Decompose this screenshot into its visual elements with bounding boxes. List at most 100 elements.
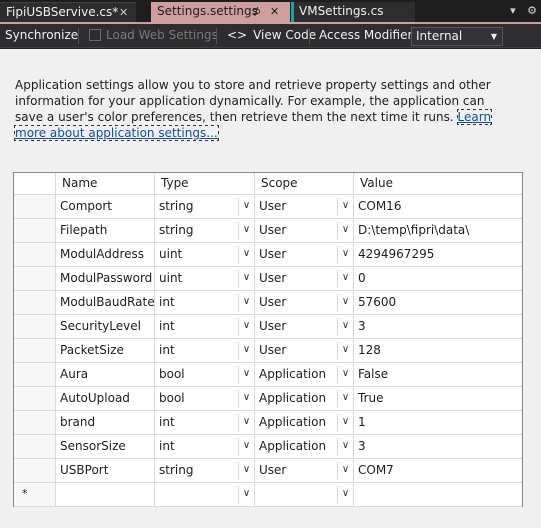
type-combo[interactable]: int ∨ [155, 411, 255, 435]
row-selector[interactable] [14, 195, 56, 219]
chevron-down-icon[interactable]: ∨ [337, 341, 353, 360]
row-selector[interactable] [14, 363, 56, 387]
scope-combo[interactable]: User ∨ [255, 315, 354, 339]
type-combo[interactable]: uint ∨ [155, 243, 255, 267]
tab-list-dropdown-icon[interactable]: ▾ [510, 4, 516, 17]
chevron-down-icon[interactable]: ∨ [238, 221, 254, 240]
chevron-down-icon[interactable]: ∨ [238, 413, 254, 432]
row-selector[interactable] [14, 243, 56, 267]
chevron-down-icon[interactable]: ∨ [337, 437, 353, 456]
tab-vmsettings[interactable]: VMSettings.cs [291, 2, 415, 22]
scope-combo[interactable]: User ∨ [255, 219, 354, 243]
row-selector[interactable] [14, 315, 56, 339]
chevron-down-icon[interactable]: ∨ [337, 365, 353, 384]
value-cell[interactable]: 128 [354, 339, 522, 363]
chevron-down-icon[interactable]: ∨ [238, 269, 254, 288]
synchronize-button[interactable]: Synchronize [5, 28, 78, 42]
chevron-down-icon[interactable]: ∨ [238, 461, 254, 480]
type-combo[interactable]: bool ∨ [155, 363, 255, 387]
scope-combo[interactable]: User ∨ [255, 459, 354, 483]
value-cell[interactable]: 1 [354, 411, 522, 435]
column-header-type[interactable]: Type [155, 173, 255, 195]
chevron-down-icon[interactable]: ∨ [337, 461, 353, 480]
value-cell[interactable]: 57600 [354, 291, 522, 315]
row-selector[interactable] [14, 459, 56, 483]
scope-combo[interactable]: Application ∨ [255, 387, 354, 411]
name-cell[interactable]: USBPort [56, 459, 155, 483]
column-header-scope[interactable]: Scope [255, 173, 354, 195]
scope-combo[interactable]: User ∨ [255, 291, 354, 315]
chevron-down-icon[interactable]: ∨ [238, 293, 254, 312]
name-cell[interactable]: Aura [56, 363, 155, 387]
chevron-down-icon[interactable]: ∨ [238, 245, 254, 264]
type-combo[interactable]: int ∨ [155, 315, 255, 339]
chevron-down-icon[interactable]: ∨ [337, 317, 353, 336]
name-cell[interactable]: Filepath [56, 219, 155, 243]
value-cell[interactable] [354, 483, 522, 507]
type-combo[interactable]: string ∨ [155, 195, 255, 219]
type-combo[interactable]: int ∨ [155, 339, 255, 363]
chevron-down-icon[interactable]: ∨ [238, 365, 254, 384]
chevron-down-icon[interactable]: ∨ [337, 269, 353, 288]
name-cell[interactable]: SensorSize [56, 435, 155, 459]
scope-combo[interactable]: User ∨ [255, 243, 354, 267]
scope-combo[interactable]: Application ∨ [255, 363, 354, 387]
name-cell[interactable]: brand [56, 411, 155, 435]
value-cell[interactable]: False [354, 363, 522, 387]
chevron-down-icon[interactable]: ∨ [238, 317, 254, 336]
chevron-down-icon[interactable]: ∨ [337, 293, 353, 312]
chevron-down-icon[interactable]: ∨ [337, 197, 353, 216]
value-cell[interactable]: 0 [354, 267, 522, 291]
tab-settings-settings[interactable]: Settings.settings ⊅ ✕ [151, 2, 290, 22]
access-modifier-combo[interactable]: Internal ▼ [411, 27, 503, 46]
chevron-down-icon[interactable]: ∨ [238, 341, 254, 360]
chevron-down-icon[interactable]: ∨ [337, 245, 353, 264]
type-combo[interactable]: string ∨ [155, 219, 255, 243]
chevron-down-icon[interactable]: ∨ [337, 389, 353, 408]
scope-combo[interactable]: Application ∨ [255, 435, 354, 459]
column-header-name[interactable]: Name [56, 173, 155, 195]
name-cell[interactable]: ModulBaudRate [56, 291, 155, 315]
chevron-down-icon[interactable]: ∨ [337, 221, 353, 240]
scope-combo[interactable]: Application ∨ [255, 411, 354, 435]
column-header-value[interactable]: Value [354, 173, 522, 195]
close-icon[interactable]: ✕ [270, 2, 279, 21]
value-cell[interactable]: 3 [354, 435, 522, 459]
tab-fipiusbservive[interactable]: FipiUSBServive.cs* ✕ [0, 2, 136, 22]
name-cell[interactable] [56, 483, 155, 507]
type-combo[interactable]: ∨ [155, 483, 255, 507]
type-combo[interactable]: bool ∨ [155, 387, 255, 411]
scope-combo[interactable]: User ∨ [255, 339, 354, 363]
value-cell[interactable]: COM16 [354, 195, 522, 219]
type-combo[interactable]: uint ∨ [155, 267, 255, 291]
chevron-down-icon[interactable]: ∨ [238, 197, 254, 216]
value-cell[interactable]: COM7 [354, 459, 522, 483]
row-selector[interactable] [14, 219, 56, 243]
name-cell[interactable]: AutoUpload [56, 387, 155, 411]
name-cell[interactable]: PacketSize [56, 339, 155, 363]
row-selector[interactable] [14, 339, 56, 363]
value-cell[interactable]: D:\temp\fipri\data\ [354, 219, 522, 243]
load-web-settings-button[interactable]: Load Web Settings [89, 28, 218, 42]
close-icon[interactable]: ✕ [119, 3, 128, 22]
name-cell[interactable]: Comport [56, 195, 155, 219]
chevron-down-icon[interactable]: ∨ [337, 413, 353, 432]
chevron-down-icon[interactable]: ∨ [238, 389, 254, 408]
scope-combo[interactable]: ∨ [255, 483, 354, 507]
type-combo[interactable]: int ∨ [155, 291, 255, 315]
view-code-button[interactable]: <> View Code [227, 28, 316, 42]
value-cell[interactable]: 4294967295 [354, 243, 522, 267]
row-selector[interactable] [14, 387, 56, 411]
row-selector[interactable] [14, 435, 56, 459]
name-cell[interactable]: SecurityLevel [56, 315, 155, 339]
value-cell[interactable]: 3 [354, 315, 522, 339]
scope-combo[interactable]: User ∨ [255, 195, 354, 219]
row-selector[interactable]: * [14, 483, 56, 507]
pin-icon[interactable]: ⊅ [252, 2, 261, 21]
chevron-down-icon[interactable]: ∨ [337, 485, 353, 504]
scope-combo[interactable]: User ∨ [255, 267, 354, 291]
row-selector[interactable] [14, 411, 56, 435]
type-combo[interactable]: string ∨ [155, 459, 255, 483]
gear-icon[interactable]: ⚙ [527, 4, 537, 17]
chevron-down-icon[interactable]: ∨ [238, 485, 254, 504]
